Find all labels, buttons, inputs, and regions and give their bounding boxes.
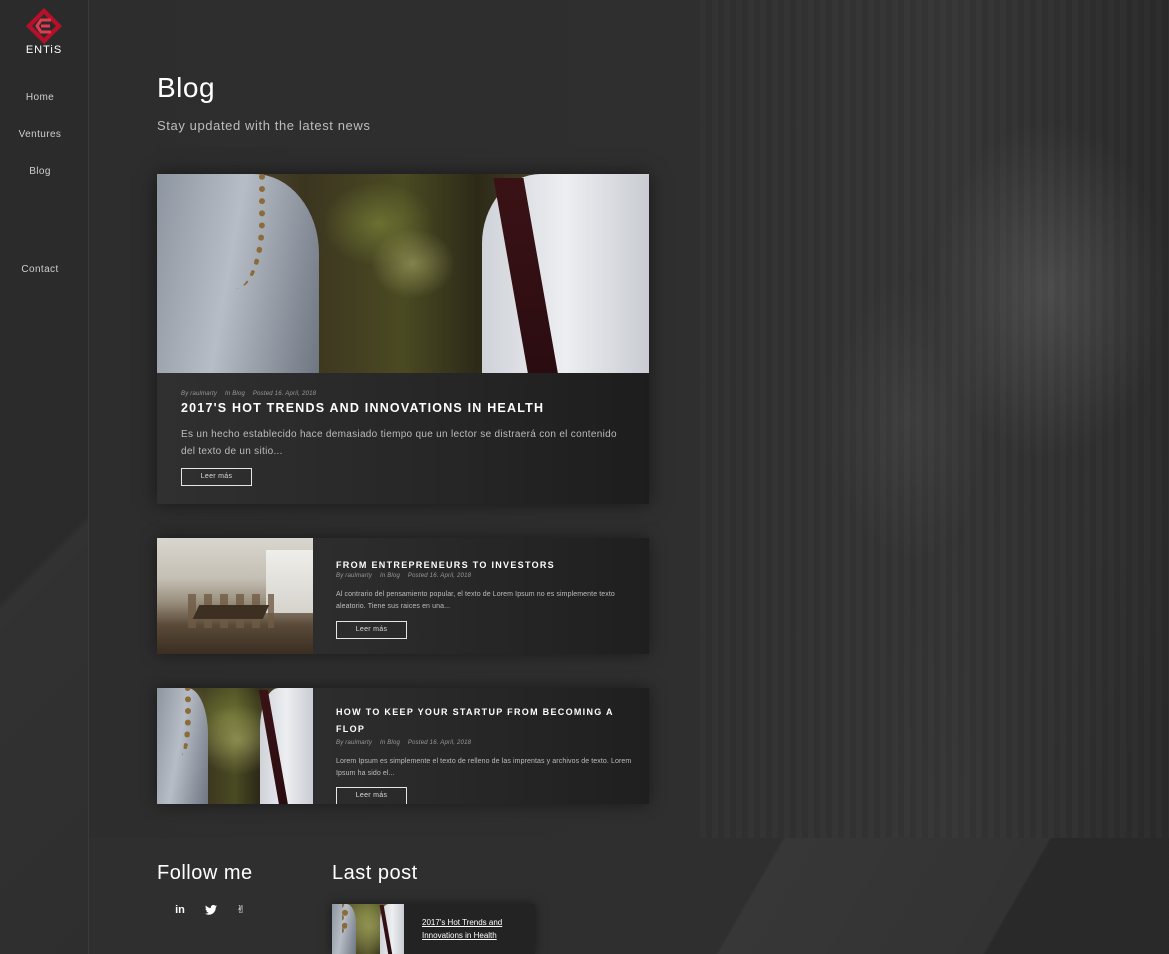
post-date: Posted 16. April, 2018 (407, 740, 472, 746)
page: ENTiS Home Ventures Blog Contact Blog St… (0, 0, 1169, 954)
logo-text: ENTiS (25, 44, 63, 56)
post-title[interactable]: FROM ENTREPRENEURS TO INVESTORS (336, 557, 626, 574)
last-post-thumbnail[interactable] (332, 904, 404, 954)
nav-item-ventures[interactable]: Ventures (0, 129, 80, 140)
post-card: FROM ENTREPRENEURS TO INVESTORS By raulm… (157, 538, 649, 654)
post-card: HOW TO KEEP YOUR STARTUP FROM BECOMING A… (157, 688, 649, 804)
post-meta: By raulmarty In Blog Posted 16. April, 2… (336, 740, 477, 746)
nav-item-contact[interactable]: Contact (0, 264, 80, 275)
post-thumbnail[interactable] (157, 688, 313, 804)
featured-post-excerpt: Es un hecho establecido hace demasiado t… (181, 429, 617, 457)
post-title[interactable]: HOW TO KEEP YOUR STARTUP FROM BECOMING A… (336, 704, 626, 738)
last-post-link[interactable]: 2017's Hot Trends and Innovations in Hea… (422, 916, 527, 942)
post-meta: By raulmarty In Blog Posted 16. April, 2… (336, 573, 477, 579)
follow-heading: Follow me (157, 862, 253, 884)
post-meta: By raulmarty In Blog Posted 16. April, 2… (181, 391, 322, 397)
nav-item-home[interactable]: Home (0, 92, 80, 103)
post-author: By raulmarty (336, 740, 373, 746)
logo[interactable]: ENTiS (14, 6, 74, 62)
sidebar-decoration (0, 310, 88, 954)
post-date: Posted 16. April, 2018 (407, 573, 472, 579)
read-more-button[interactable]: Leer más (181, 468, 252, 486)
featured-post-image[interactable] (157, 174, 649, 373)
sidebar: ENTiS Home Ventures Blog Contact (0, 0, 89, 954)
linkedin-icon[interactable]: in (172, 902, 188, 918)
post-excerpt: Al contrario del pensamiento popular, el… (336, 591, 615, 610)
last-post-card[interactable]: 2017's Hot Trends and Innovations in Hea… (332, 904, 535, 954)
post-date: Posted 16. April, 2018 (252, 391, 317, 397)
featured-post-title[interactable]: 2017'S HOT TRENDS AND INNOVATIONS IN HEA… (181, 401, 621, 415)
page-subtitle: Stay updated with the latest news (157, 118, 371, 133)
featured-post-card: By raulmarty In Blog Posted 16. April, 2… (157, 174, 649, 504)
post-author: By raulmarty (181, 391, 218, 397)
angellist-icon[interactable]: ✌ (233, 902, 249, 918)
post-thumbnail[interactable] (157, 538, 313, 654)
post-category: In Blog (379, 740, 401, 746)
post-category: In Blog (224, 391, 246, 397)
twitter-icon[interactable] (203, 902, 219, 918)
post-category: In Blog (379, 573, 401, 579)
footer: Follow me in ✌ Last post 2017's Hot Tren… (89, 838, 1169, 954)
footer-decoration (649, 838, 1169, 954)
last-post-heading: Last post (332, 862, 418, 884)
logo-mark-icon (26, 8, 62, 44)
post-author: By raulmarty (336, 573, 373, 579)
post-excerpt: Lorem Ipsum es simplemente el texto de r… (336, 758, 632, 777)
read-more-button[interactable]: Leer más (336, 787, 407, 804)
nav-item-blog[interactable]: Blog (0, 166, 80, 177)
page-title: Blog (157, 72, 216, 103)
featured-post-body: By raulmarty In Blog Posted 16. April, 2… (157, 373, 649, 504)
background-texture (700, 0, 1169, 838)
read-more-button[interactable]: Leer más (336, 621, 407, 639)
